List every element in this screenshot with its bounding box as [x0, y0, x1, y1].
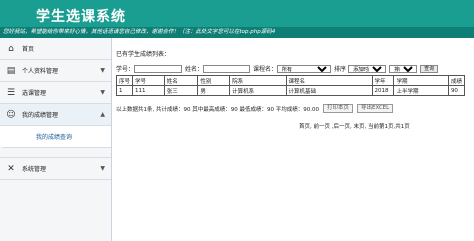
table-cell: 1	[115, 85, 134, 96]
col-header: 学期	[393, 75, 449, 86]
sidebar-item-label: 个人资料管理	[22, 68, 59, 75]
table-cell: 张三	[163, 85, 199, 96]
col-header: 学号	[132, 75, 165, 86]
sidebar-item-label: 系统管理	[22, 166, 47, 173]
sidebar: ⌂ 首页 ▤ 个人资料管理 ▼ ☰ 选课管理 ▼ ☺ 我的成绩管理 ▲ 我的成绩…	[0, 38, 112, 241]
table-cell: 计算机基础	[285, 85, 373, 96]
chevron-down-icon: ▼	[100, 67, 105, 74]
order-select[interactable]: 排序	[389, 64, 418, 73]
xuehao-label: 学号：	[116, 66, 135, 73]
table-cell: 111	[132, 85, 165, 96]
print-button[interactable]: 打印本页	[322, 104, 353, 113]
home-icon: ⌂	[8, 43, 14, 54]
notice-bar: 您好我站，希望能给你带来好心情，其他话语请您自己修改，谢谢合作！（注：此处文字您…	[0, 27, 474, 38]
table-cell: 男	[197, 85, 231, 96]
users-icon: ☺	[6, 109, 16, 120]
sidebar-item-profile[interactable]: ▤ 个人资料管理 ▼	[0, 60, 111, 82]
list-caption: 已有学生成绩列表：	[116, 51, 171, 58]
name-label: 姓名：	[185, 66, 204, 73]
col-header: 院系	[229, 75, 287, 86]
grades-table: 序号 学号 姓名 性别 院系 课程名 学年 学期 成绩 1 111 张三 男 计…	[115, 75, 466, 96]
col-header: 学年	[371, 75, 395, 86]
course-label: 课程名：	[253, 66, 278, 73]
filter-bar: 学号： 姓名： 课程名： 所有 排序 添加时间 排序 查询	[116, 64, 474, 73]
xuehao-input[interactable]	[134, 64, 183, 73]
sidebar-subitem-grade-query[interactable]: 我的成绩查询	[0, 126, 111, 148]
chevron-down-icon: ▼	[100, 89, 105, 96]
app-title: 学生选课系统	[36, 9, 126, 25]
col-header: 姓名	[163, 75, 199, 86]
sidebar-item-system[interactable]: ✕ 系统管理 ▼	[0, 158, 111, 180]
list-icon: ☰	[6, 87, 16, 98]
clipboard-icon: ▤	[6, 65, 16, 76]
sidebar-divider	[0, 148, 111, 158]
pagination[interactable]: 首页, 前一页 ,后一页, 末页, 当前第1页,共1页	[299, 122, 410, 130]
sidebar-item-label: 首页	[22, 46, 35, 53]
table-cell: 计算机系	[229, 85, 287, 96]
chevron-down-icon: ▼	[100, 165, 105, 172]
col-header: 性别	[197, 75, 231, 86]
stats-text: 以上数据共1条, 共计成绩：90 其中最高成绩：90 最低成绩：90 平均成绩：…	[116, 106, 319, 113]
col-header: 序号	[115, 75, 134, 86]
sort-label: 排序	[334, 66, 347, 73]
tools-icon: ✕	[7, 163, 15, 174]
sidebar-item-label: 选课管理	[22, 90, 47, 97]
stats-bar: 以上数据共1条, 共计成绩：90 其中最高成绩：90 最低成绩：90 平均成绩：…	[116, 104, 394, 113]
table-cell: 2018	[371, 85, 395, 96]
sort-field-select[interactable]: 添加时间	[348, 64, 387, 73]
col-header: 课程名	[285, 75, 373, 86]
main-content: 已有学生成绩列表： 学号： 姓名： 课程名： 所有 排序 添加时间 排序 查询 …	[115, 38, 474, 241]
sidebar-item-label: 我的成绩管理	[22, 112, 59, 119]
export-excel-button[interactable]: 导出EXCEL	[357, 104, 394, 113]
table-cell: 90	[447, 85, 466, 96]
search-button[interactable]: 查询	[420, 64, 439, 73]
table-header-row: 序号 学号 姓名 性别 院系 课程名 学年 学期 成绩	[115, 75, 466, 86]
sidebar-item-my-grades[interactable]: ☺ 我的成绩管理 ▲	[0, 104, 111, 126]
col-header: 成绩	[447, 75, 466, 86]
app-header: 学生选课系统	[0, 0, 474, 27]
name-input[interactable]	[203, 64, 251, 73]
sidebar-item-course-select[interactable]: ☰ 选课管理 ▼	[0, 82, 111, 104]
course-select[interactable]: 所有	[277, 64, 332, 73]
chevron-up-icon: ▲	[100, 111, 105, 118]
table-cell: 上半学期	[393, 85, 449, 96]
sidebar-item-home[interactable]: ⌂ 首页	[0, 38, 111, 60]
table-row: 1 111 张三 男 计算机系 计算机基础 2018 上半学期 90	[115, 85, 466, 96]
